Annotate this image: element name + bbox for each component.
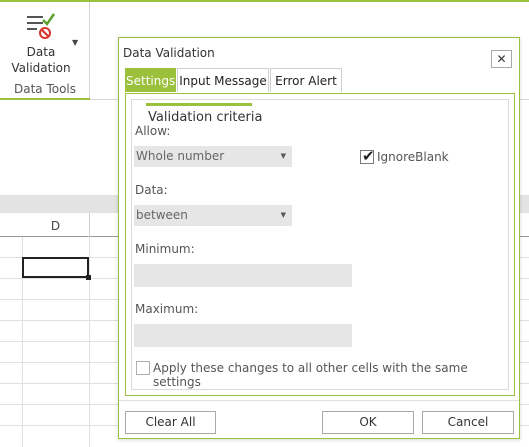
maximum-input[interactable] bbox=[134, 324, 352, 347]
tab-error-alert[interactable]: Error Alert bbox=[270, 68, 342, 92]
allow-label: Allow: bbox=[135, 124, 171, 138]
data-validation-button[interactable]: Data Validation bbox=[8, 44, 74, 76]
close-button[interactable]: ✕ bbox=[491, 50, 512, 68]
ignore-blank-checkbox[interactable]: ✔ bbox=[360, 147, 375, 165]
grid-line bbox=[0, 404, 120, 405]
grid-line bbox=[0, 383, 120, 384]
ok-button[interactable]: OK bbox=[322, 411, 414, 434]
apply-all-label: Apply these changes to all other cells w… bbox=[153, 361, 468, 389]
data-label: Data: bbox=[135, 183, 168, 197]
data-tools-group: Data Validation ▼ Data Tools bbox=[0, 2, 90, 100]
tab-settings[interactable]: Settings bbox=[125, 68, 176, 92]
allow-value: Whole number bbox=[136, 149, 225, 163]
data-validation-icon[interactable] bbox=[24, 12, 58, 42]
clear-all-button[interactable]: Clear All bbox=[125, 411, 216, 434]
fill-handle[interactable] bbox=[86, 275, 91, 280]
grid-line bbox=[89, 237, 90, 447]
column-header-d[interactable]: D bbox=[22, 213, 90, 237]
settings-panel: Validation criteria Allow: Whole number … bbox=[125, 93, 515, 396]
criteria-accent-bar bbox=[146, 103, 252, 106]
group-title: Data Tools bbox=[13, 82, 77, 96]
grid-line bbox=[0, 320, 120, 321]
apply-all-checkbox[interactable] bbox=[136, 361, 150, 375]
minimum-input[interactable] bbox=[134, 264, 352, 287]
grid-line bbox=[0, 341, 120, 342]
allow-combo[interactable]: Whole number ▼ bbox=[134, 146, 292, 167]
grid-line bbox=[0, 278, 120, 279]
grid-line bbox=[0, 362, 120, 363]
data-validation-dialog: Data Validation ✕ Settings Input Message… bbox=[118, 37, 520, 439]
selected-cell[interactable] bbox=[22, 257, 89, 278]
dialog-title: Data Validation bbox=[123, 46, 215, 60]
maximum-label: Maximum: bbox=[135, 302, 199, 316]
chevron-down-icon: ▼ bbox=[280, 152, 286, 160]
data-value: between bbox=[136, 208, 188, 222]
cancel-button[interactable]: Cancel bbox=[422, 411, 514, 434]
ignore-blank-label: IgnoreBlank bbox=[377, 150, 449, 164]
data-combo[interactable]: between ▼ bbox=[134, 205, 292, 226]
checkmark-icon: ✔ bbox=[362, 147, 375, 165]
dropdown-arrow-icon[interactable]: ▼ bbox=[72, 38, 78, 47]
validation-criteria-title: Validation criteria bbox=[148, 110, 263, 125]
grid-line bbox=[0, 425, 120, 426]
tab-input-message[interactable]: Input Message bbox=[177, 68, 269, 92]
footer-divider bbox=[119, 400, 519, 401]
validation-criteria-group: Validation criteria Allow: Whole number … bbox=[131, 99, 509, 390]
chevron-down-icon: ▼ bbox=[280, 211, 286, 219]
group-accent-line bbox=[0, 98, 90, 100]
grid-line bbox=[0, 299, 120, 300]
minimum-label: Minimum: bbox=[135, 242, 195, 256]
